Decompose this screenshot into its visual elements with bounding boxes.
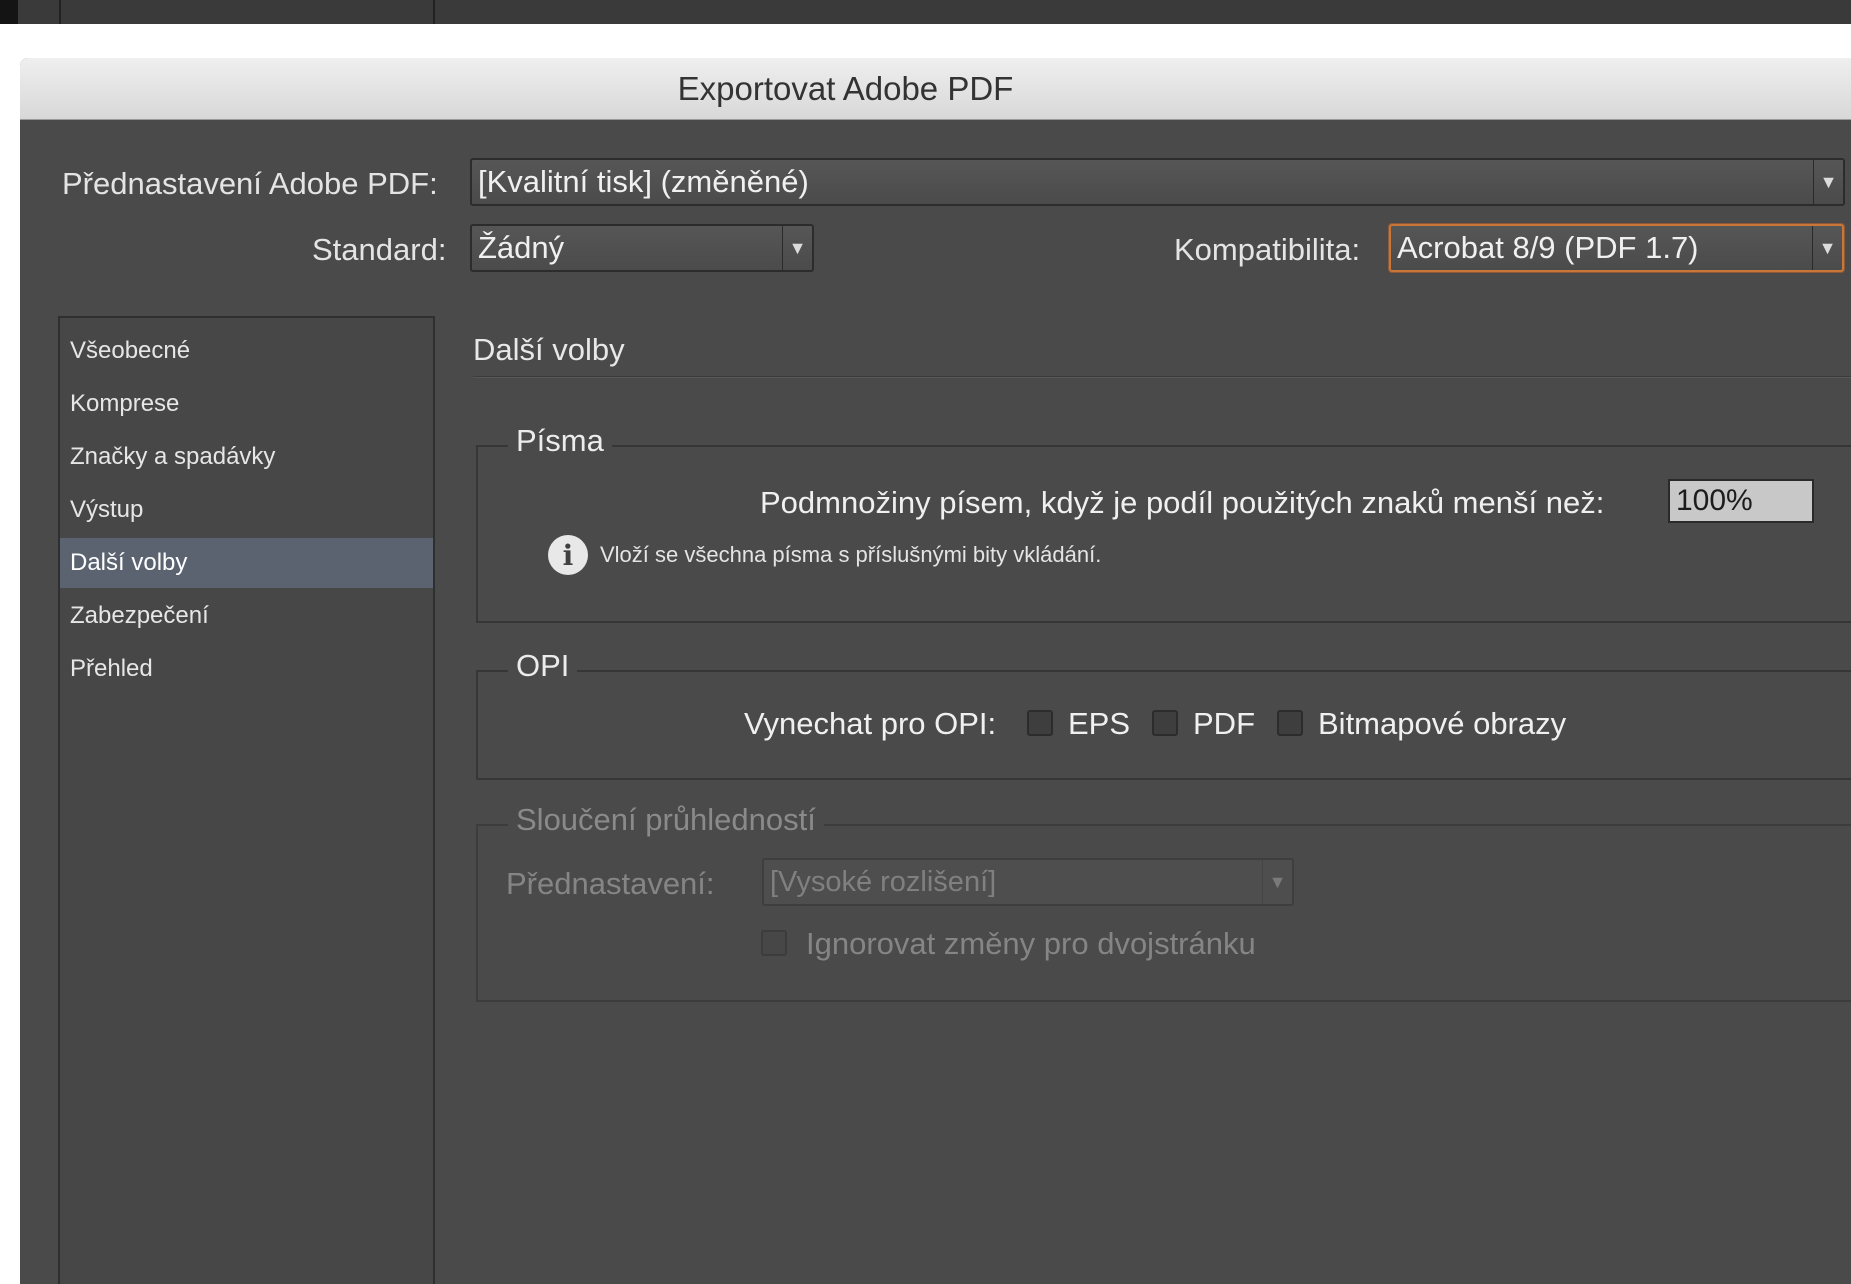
fonts-info-text: Vloží se všechna písma s příslušnými bit… bbox=[600, 542, 1102, 567]
nav-item-security[interactable]: Zabezpečení bbox=[60, 591, 433, 641]
subset-threshold-input[interactable]: 100% bbox=[1668, 479, 1814, 523]
opi-omit-label: Vynechat pro OPI: bbox=[744, 706, 997, 741]
flattener-preset-value: [Vysoké rozlišení] bbox=[770, 865, 997, 898]
nav-item-label: Značky a spadávky bbox=[70, 443, 276, 470]
flattener-preset-select[interactable]: [Vysoké rozlišení] ▼ bbox=[762, 858, 1294, 906]
nav-item-label: Komprese bbox=[70, 390, 180, 417]
background-app-edge bbox=[0, 0, 18, 24]
nav-item-label: Přehled bbox=[70, 655, 153, 682]
nav-item-general[interactable]: Všeobecné bbox=[60, 326, 433, 376]
preset-select[interactable]: [Kvalitní tisk] (změněné) ▼ bbox=[470, 158, 1845, 206]
flattener-group-legend: Sloučení průhledností bbox=[508, 802, 824, 838]
chevron-down-icon: ▼ bbox=[1262, 860, 1292, 904]
background-app-divider bbox=[59, 0, 61, 24]
ignore-spread-overrides-checkbox[interactable] bbox=[761, 930, 787, 956]
compatibility-select[interactable]: Acrobat 8/9 (PDF 1.7) ▼ bbox=[1389, 224, 1844, 272]
nav-item-summary[interactable]: Přehled bbox=[60, 644, 433, 694]
nav-item-label: Zabezpečení bbox=[70, 602, 209, 629]
nav-item-marks-and-bleeds[interactable]: Značky a spadávky bbox=[60, 432, 433, 482]
fonts-group-legend: Písma bbox=[508, 423, 612, 459]
dialog-titlebar[interactable]: Exportovat Adobe PDF bbox=[20, 58, 1851, 120]
opi-group-legend: OPI bbox=[508, 648, 578, 684]
opi-eps-checkbox[interactable] bbox=[1027, 710, 1053, 736]
dialog-title: Exportovat Adobe PDF bbox=[677, 69, 1014, 107]
chevron-down-icon: ▼ bbox=[1812, 226, 1842, 270]
nav-item-output[interactable]: Výstup bbox=[60, 485, 433, 535]
section-divider bbox=[473, 376, 1851, 378]
preset-label: Přednastavení Adobe PDF: bbox=[62, 166, 438, 201]
fonts-group: Písma Podmnožiny písem, když je podíl po… bbox=[476, 423, 1851, 623]
export-pdf-dialog: Exportovat Adobe PDF Přednastavení Adobe… bbox=[20, 58, 1851, 1284]
subset-threshold-label: Podmnožiny písem, když je podíl použitýc… bbox=[760, 485, 1605, 520]
standard-select[interactable]: Žádný ▼ bbox=[470, 224, 814, 272]
opi-group: OPI Vynechat pro OPI: EPS PDF Bitmapové … bbox=[476, 648, 1851, 780]
ignore-spread-overrides-label: Ignorovat změny pro dvojstránku bbox=[806, 926, 1256, 961]
nav-item-label: Výstup bbox=[70, 496, 144, 523]
nav-item-label: Další volby bbox=[70, 549, 188, 576]
nav-item-advanced[interactable]: Další volby bbox=[60, 538, 433, 588]
chevron-down-icon: ▼ bbox=[782, 226, 812, 270]
background-app-strip bbox=[0, 0, 1851, 24]
preset-select-value: [Kvalitní tisk] (změněné) bbox=[478, 164, 809, 199]
opi-pdf-checkbox[interactable] bbox=[1152, 710, 1178, 736]
compatibility-label: Kompatibilita: bbox=[1174, 232, 1361, 267]
nav-item-label: Všeobecné bbox=[70, 337, 191, 364]
compatibility-select-value: Acrobat 8/9 (PDF 1.7) bbox=[1397, 230, 1699, 265]
chevron-down-icon: ▼ bbox=[1813, 160, 1843, 204]
flattener-preset-label: Přednastavení: bbox=[506, 866, 715, 901]
opi-eps-label: EPS bbox=[1068, 706, 1131, 741]
nav-item-compression[interactable]: Komprese bbox=[60, 379, 433, 429]
subset-threshold-value: 100% bbox=[1676, 484, 1753, 517]
category-list: Všeobecné Komprese Značky a spadávky Výs… bbox=[58, 316, 435, 1284]
opi-pdf-label: PDF bbox=[1193, 706, 1255, 741]
info-icon: i bbox=[548, 535, 588, 575]
screen: Exportovat Adobe PDF Přednastavení Adobe… bbox=[0, 0, 1851, 1284]
standard-label: Standard: bbox=[312, 232, 447, 267]
opi-bitmap-checkbox[interactable] bbox=[1277, 710, 1303, 736]
standard-select-value: Žádný bbox=[478, 230, 565, 265]
section-title: Další volby bbox=[473, 332, 625, 367]
transparency-flattener-group: Sloučení průhledností Přednastavení: [Vy… bbox=[476, 802, 1851, 1002]
opi-bitmap-label: Bitmapové obrazy bbox=[1318, 706, 1567, 741]
background-app-divider bbox=[433, 0, 435, 24]
